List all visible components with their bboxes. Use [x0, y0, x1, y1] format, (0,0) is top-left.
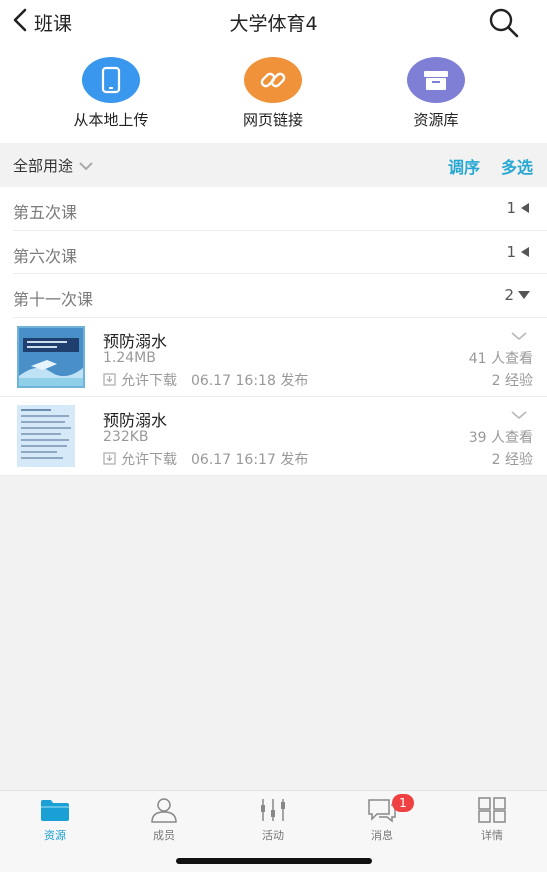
- publish-time: 06.17 16:18 发布: [191, 372, 309, 389]
- tab-label: 成员: [153, 829, 175, 842]
- experience-points: 2 经验: [491, 372, 533, 389]
- file-size: 232KB: [103, 428, 149, 445]
- file-meta: 允许下载 06.17 16:18 发布: [103, 370, 308, 390]
- search-button[interactable]: [488, 7, 520, 39]
- archive-icon: [407, 57, 465, 103]
- caret-left-icon: [521, 246, 529, 257]
- home-indicator: [176, 858, 372, 864]
- tab-activities[interactable]: 活动: [233, 797, 313, 843]
- unread-badge: 1: [392, 794, 414, 812]
- download-permission: 允许下载: [121, 372, 177, 389]
- grid-icon: [452, 797, 532, 823]
- tab-details[interactable]: 详情: [452, 797, 532, 843]
- caret-down-icon: [518, 291, 530, 299]
- tab-resources[interactable]: 资源: [15, 797, 95, 843]
- folder-name: 第六次课: [13, 246, 78, 266]
- search-icon: [489, 8, 519, 38]
- view-count: 41 人查看: [468, 350, 533, 367]
- upload-actions: 从本地上传 网页链接 资源库: [0, 57, 547, 131]
- upload-local-label: 从本地上传: [73, 111, 149, 129]
- top-panel: 班课 大学体育4 从本地上传 网页链接 资源库: [0, 0, 547, 143]
- caret-left-icon: [521, 203, 529, 213]
- file-row[interactable]: 预防溺水 1.24MB 允许下载 06.17 16:18 发布 41 人查看 2…: [0, 318, 547, 397]
- file-name: 预防溺水: [103, 331, 168, 351]
- folder-count-value: 1: [506, 199, 516, 217]
- file-row[interactable]: 预防溺水 232KB 允许下载 06.17 16:17 发布 39 人查看 2 …: [0, 397, 547, 476]
- chevron-down-icon[interactable]: [511, 405, 527, 424]
- folder-row[interactable]: 第十一次课 2: [13, 274, 547, 318]
- folder-name: 第五次课: [13, 203, 78, 222]
- folder-count: 1: [506, 243, 531, 261]
- file-thumbnail: [17, 325, 85, 388]
- nav-bar: 班课 大学体育4: [0, 0, 547, 44]
- page-title: 大学体育4: [229, 13, 318, 35]
- folder-icon: [15, 797, 95, 823]
- purpose-filter-label: 全部用途: [13, 157, 74, 175]
- filter-bar: 全部用途 调序 多选: [0, 143, 547, 187]
- chevron-down-icon[interactable]: [511, 326, 527, 345]
- resource-library-button[interactable]: 资源库: [376, 57, 496, 130]
- tab-label: 消息: [371, 829, 393, 842]
- file-name: 预防溺水: [103, 410, 168, 430]
- folder-count-value: 2: [504, 286, 514, 304]
- folder-count-value: 1: [506, 242, 516, 261]
- file-meta: 允许下载 06.17 16:17 发布: [103, 449, 308, 469]
- resource-library-label: 资源库: [413, 111, 459, 129]
- web-link-button[interactable]: 网页链接: [213, 57, 333, 130]
- person-icon: [124, 797, 204, 823]
- download-icon: [103, 452, 116, 465]
- activity-icon: [233, 797, 313, 823]
- link-icon: [244, 57, 302, 103]
- tab-label: 资源: [44, 829, 66, 842]
- resource-list: 第五次课 1 第六次课 1 第十一次课 2 预防溺水 1.24MB 允许下载 0…: [0, 187, 547, 476]
- download-icon: [103, 373, 116, 386]
- tab-label: 详情: [481, 829, 503, 842]
- tab-messages[interactable]: 1 消息: [342, 794, 422, 843]
- folder-count: 1: [506, 199, 531, 217]
- reorder-button[interactable]: 调序: [448, 154, 480, 178]
- file-size: 1.24MB: [103, 349, 156, 366]
- folder-name: 第十一次课: [13, 290, 94, 309]
- web-link-label: 网页链接: [242, 111, 303, 129]
- phone-upload-icon: [82, 57, 140, 103]
- upload-local-button[interactable]: 从本地上传: [51, 57, 171, 130]
- experience-points: 2 经验: [491, 451, 533, 468]
- folder-row[interactable]: 第五次课 1: [13, 187, 547, 231]
- filter-actions: 调序 多选: [427, 154, 533, 178]
- multi-select-button[interactable]: 多选: [501, 154, 533, 178]
- publish-time: 06.17 16:17 发布: [191, 451, 309, 468]
- purpose-filter-dropdown[interactable]: 全部用途: [13, 155, 93, 176]
- file-thumbnail: [17, 404, 85, 467]
- download-permission: 允许下载: [121, 451, 177, 468]
- tab-label: 活动: [262, 829, 284, 842]
- folder-count: 2: [504, 286, 531, 304]
- chevron-down-icon: [79, 157, 93, 175]
- tab-members[interactable]: 成员: [124, 797, 204, 843]
- view-count: 39 人查看: [468, 429, 533, 446]
- folder-row[interactable]: 第六次课 1: [13, 231, 547, 274]
